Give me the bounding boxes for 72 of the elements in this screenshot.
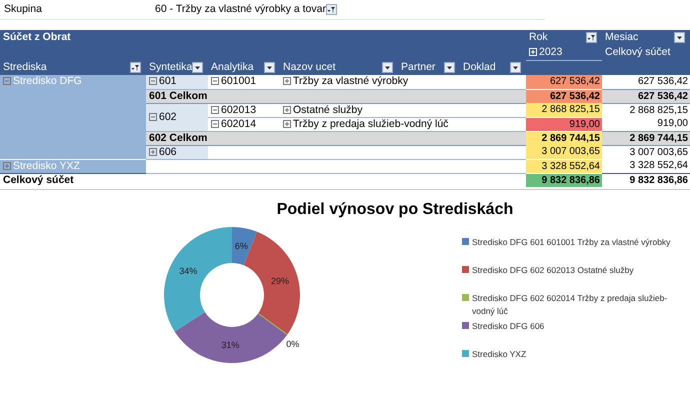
expand-icon[interactable] [149, 148, 157, 156]
row-field-label: Doklad [463, 61, 496, 74]
grand-total-label: Celkový súčet [0, 173, 526, 187]
row-label: Tržby z predaja služieb-vodný lúč [293, 118, 448, 130]
row-label: Ostatné služby [293, 104, 362, 116]
column-field-label: Mesiac [605, 31, 638, 44]
row-field-label: Syntetika [149, 61, 192, 74]
row-label: 601001 [221, 75, 256, 88]
grand-total-header: Celkový súčet [602, 45, 690, 60]
data-label: 6% [234, 240, 248, 251]
row-label: 602 [159, 110, 177, 122]
total-cell: 3 007 003,65 [602, 145, 690, 159]
value-cell: 3 328 552,64 [526, 159, 602, 173]
dropdown-icon[interactable] [382, 62, 393, 73]
pivot-data-label: Súčet z Obrat [0, 30, 526, 45]
column-field-label: Rok [529, 31, 548, 44]
legend-label: Stredisko DFG 602 602013 Ostatné služby [472, 264, 634, 277]
value-cell: 3 007 003,65 [526, 145, 602, 159]
total-cell: 2 868 825,15 [602, 103, 690, 117]
total-cell: 9 832 836,86 [602, 173, 690, 187]
column-item-label: 2023 [539, 46, 562, 58]
total-cell: 2 869 744,15 [602, 131, 690, 145]
dropdown-icon[interactable] [444, 62, 455, 73]
value-cell: 9 832 836,86 [526, 173, 602, 187]
row-label: Tržby za vlastné výrobky [293, 75, 408, 88]
row-field-label: Partner [401, 61, 436, 74]
value-cell: 627 536,42 [526, 75, 602, 89]
data-label: 29% [271, 276, 289, 286]
row-label: 606 [159, 146, 177, 158]
filter-label: Skupina [3, 2, 43, 17]
row-field-label: Nazov ucet [283, 61, 336, 74]
value-cell: 2 869 744,15 [526, 131, 602, 145]
row-field-label: Strediska [3, 61, 47, 74]
expand-icon[interactable] [283, 77, 291, 86]
collapse-icon[interactable] [211, 106, 219, 114]
data-label: 34% [179, 266, 198, 276]
row-label: Stredisko DFG [13, 75, 82, 87]
subtotal-label: 601 Celkom [146, 89, 526, 103]
value-cell: 919,00 [526, 117, 602, 131]
filter-icon[interactable] [326, 4, 337, 15]
collapse-icon[interactable] [149, 77, 157, 86]
dropdown-icon[interactable] [192, 62, 203, 73]
subtotal-label: 602 Celkom [146, 131, 526, 145]
value-cell: 627 536,42 [526, 89, 602, 103]
collapse-icon[interactable] [149, 112, 157, 121]
legend-label: Stredisko DFG 606 [472, 320, 544, 333]
legend-label: Stredisko YXZ [472, 348, 526, 361]
expand-icon[interactable] [283, 120, 291, 128]
filter-value-field[interactable]: 60 - Tržby za vlastné výrobky a tovar [155, 2, 339, 18]
total-cell: 627 536,42 [602, 89, 690, 103]
row-label: 601 [159, 75, 177, 88]
legend-label: Stredisko DFG 602 602014 Tržby z predaja služieb-vodný lúč [472, 292, 668, 318]
row-field-label: Analytika [211, 61, 254, 74]
filter-icon[interactable] [130, 62, 141, 73]
total-cell: 3 328 552,64 [602, 159, 690, 173]
dropdown-icon[interactable] [510, 62, 521, 73]
legend-label: Stredisko DFG 601 601001 Tržby za vlastné výrobky [472, 236, 670, 249]
total-cell: 919,00 [602, 117, 690, 131]
row-label: 602014 [221, 118, 256, 130]
row-label: 602013 [221, 104, 256, 116]
chart-title: Podiel výnosov po Strediskách [276, 200, 514, 220]
expand-icon[interactable] [283, 106, 291, 114]
dropdown-icon[interactable] [674, 32, 685, 43]
data-label: 31% [221, 340, 240, 350]
collapse-icon[interactable] [211, 120, 219, 128]
filter-icon[interactable] [586, 32, 597, 43]
value-cell: 2 868 825,15 [526, 103, 602, 117]
total-cell: 627 536,42 [602, 75, 690, 89]
row-label: Stredisko YXZ [13, 160, 80, 172]
data-label: 0% [286, 338, 300, 349]
collapse-icon[interactable] [211, 77, 219, 86]
dropdown-icon[interactable] [264, 62, 275, 73]
